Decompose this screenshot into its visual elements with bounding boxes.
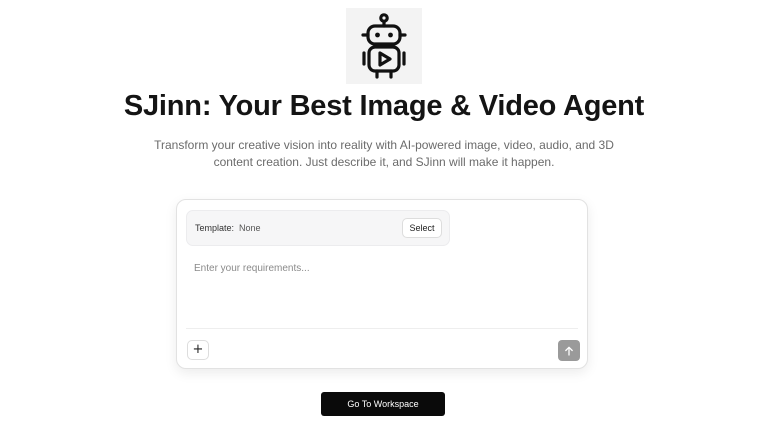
subtitle-line-1: Transform your creative vision into real… xyxy=(154,138,614,152)
go-to-workspace-button[interactable]: Go To Workspace xyxy=(321,392,445,416)
template-label: Template: xyxy=(195,223,235,233)
template-value: None xyxy=(239,223,261,233)
landing-page: SJinn: Your Best Image & Video Agent Tra… xyxy=(0,0,768,432)
page-subtitle: Transform your creative vision into real… xyxy=(134,137,634,171)
requirements-input[interactable] xyxy=(186,255,578,329)
template-bar: Template: None Select xyxy=(186,210,450,246)
send-button[interactable] xyxy=(558,340,580,361)
plus-icon: + xyxy=(192,342,204,357)
add-attachment-button[interactable]: + xyxy=(187,340,209,360)
logo xyxy=(346,8,422,84)
subtitle-line-2: content creation. Just describe it, and … xyxy=(213,155,555,169)
select-template-button[interactable]: Select xyxy=(402,218,442,238)
page-title: SJinn: Your Best Image & Video Agent xyxy=(123,90,645,122)
prompt-composer: Template: None Select + xyxy=(176,199,588,369)
robot-play-icon xyxy=(361,13,407,79)
arrow-up-icon xyxy=(565,346,573,356)
